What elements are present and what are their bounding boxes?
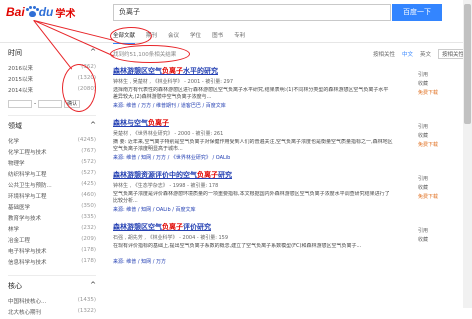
favorite-button[interactable]: 收藏 <box>418 236 460 245</box>
field-filter-item[interactable]: 纺织科学与工程 (527) <box>8 170 96 181</box>
chevron-up-icon: ^ <box>90 48 96 56</box>
field-filter-heading[interactable]: 领域 ^ <box>8 121 96 131</box>
annotation-oval-year-counts <box>62 64 96 112</box>
field-filter-item[interactable]: 林学 (232) <box>8 225 96 236</box>
field-filter-item[interactable]: 教育学与技术 (335) <box>8 214 96 225</box>
field-filter-item[interactable]: 化学 (4245) <box>8 137 96 148</box>
result-abstract: 摘 要: 近年来,空气离子特别是空气负离子对保健作用受到人们的普遍关注,空气负离… <box>113 139 393 152</box>
core-filter-item[interactable]: 中国科技核心... (1435) <box>8 297 96 308</box>
result-abstract: 空气负离子浓度是评价森林游憩环境质量的一项重要指标,本文根据国内外森林游憩区空气… <box>113 191 390 204</box>
free-download-button[interactable]: 免费下载 <box>418 193 460 202</box>
annotation-oval-tab <box>110 27 152 45</box>
cite-button[interactable]: 引用 <box>418 175 460 184</box>
free-download-button[interactable]: 免费下载 <box>418 141 460 150</box>
annotation-oval-result-count <box>110 45 190 63</box>
result-title[interactable]: 森林游憩资源评价中的空气负离子研究 <box>113 170 468 180</box>
result-abstract: 选择南方有代表性的森林游憩区进行森林游憩区空气负离子水平研究,结果表明:(1)不… <box>113 87 389 100</box>
field-filter-item[interactable]: 信息科学与技术 (178) <box>8 258 96 269</box>
result-actions: 引用 收藏 免费下载 <box>418 71 460 98</box>
tab-divider <box>0 42 472 43</box>
result-sources[interactable]: 来源: 维普 / 万方 / 维普期刊 / 道客巴巴 / 百度文库 <box>113 102 468 109</box>
cite-button[interactable]: 引用 <box>418 227 460 236</box>
result-title[interactable]: 森林游憩区空气负离子水平的研究 <box>113 66 468 76</box>
lang-chinese-toggle[interactable]: 中文 <box>402 50 413 58</box>
favorite-button[interactable]: 收藏 <box>418 184 460 193</box>
time-filter-heading[interactable]: 时间 ^ <box>8 48 96 58</box>
result-item: 森林游憩区空气负离子评价研究 石强 , 胡先芳 , 《林业科学》 - 2004 … <box>113 222 468 268</box>
favorite-button[interactable]: 收藏 <box>418 80 460 89</box>
result-title[interactable]: 森林与空气负离子 <box>113 118 468 128</box>
result-title[interactable]: 森林游憩区空气负离子评价研究 <box>113 222 468 232</box>
year-from-field[interactable] <box>8 99 32 108</box>
chevron-up-icon: ^ <box>90 121 96 129</box>
chevron-up-icon: ^ <box>90 281 96 289</box>
result-sources[interactable]: 来源: 维普 / 知网 / 万方 / 《世界林业研究》 / OALib <box>113 154 468 161</box>
search-input[interactable]: 负离子 <box>113 4 391 21</box>
year-to-field[interactable] <box>38 99 63 108</box>
cite-button[interactable]: 引用 <box>418 123 460 132</box>
core-filter-heading[interactable]: 核心 ^ <box>8 281 96 291</box>
logo-text-du: du <box>38 5 54 19</box>
divider <box>8 275 96 276</box>
result-sources[interactable]: 来源: 维普 / 知网 / OALib / 百度文库 <box>113 206 468 213</box>
field-filter-item[interactable]: 环境科学与工程 (460) <box>8 192 96 203</box>
result-actions: 引用 收藏 免费下载 <box>418 123 460 150</box>
field-filter-item[interactable]: 冶金工程 (209) <box>8 236 96 247</box>
result-item: 森林游憩资源评价中的空气负离子研究 钟林生 , 《生态学杂志》 - 1998 -… <box>113 170 468 216</box>
result-item: 森林游憩区空气负离子水平的研究 钟林生 , 吴楚材 , 《林业科学》 - 200… <box>113 66 468 112</box>
divider <box>8 115 96 116</box>
result-actions: 引用 收藏 <box>418 227 460 245</box>
baidu-xueshu-logo[interactable]: Bai du 学术 <box>6 4 75 20</box>
field-filter-item[interactable]: 物理学 (572) <box>8 159 96 170</box>
result-item: 森林与空气负离子 吴楚材 , 《世界林业研究》 - 2000 - 被引量: 26… <box>113 118 468 164</box>
sort-label: 按相关性 <box>372 52 395 58</box>
logo-text-xueshu: 学术 <box>55 8 76 20</box>
favorite-button[interactable]: 收藏 <box>418 132 460 141</box>
logo-text-bai: Bai <box>6 5 25 19</box>
field-filter-item[interactable]: 基础医学 (350) <box>8 203 96 214</box>
field-filter-item[interactable]: 公共卫生与预防... (425) <box>8 181 96 192</box>
search-button[interactable]: 百度一下 <box>392 4 442 21</box>
field-filter-item[interactable]: 电子科学与技术 (178) <box>8 247 96 258</box>
scrollbar[interactable] <box>463 0 472 308</box>
result-meta: 钟林生 , 吴楚材 , 《林业科学》 - 2001 - 被引量: 297 <box>113 79 234 85</box>
result-abstract: 在现有评价指标的基础上,提出空气负离子系数的概念,建立了空气负离子系数模型(FC… <box>113 243 362 249</box>
cite-button[interactable]: 引用 <box>418 71 460 80</box>
lang-english-toggle[interactable]: 英文 <box>420 50 431 58</box>
paw-icon <box>25 6 39 18</box>
result-meta: 吴楚材 , 《世界林业研究》 - 2000 - 被引量: 261 <box>113 131 224 137</box>
result-sources[interactable]: 来源: 维普 / 知网 / 万方 <box>113 258 468 265</box>
core-filter-item[interactable]: 北大核心期刊 (1322) <box>8 308 96 319</box>
free-download-button[interactable]: 免费下载 <box>418 89 460 98</box>
top-bar: Bai du 学术 负离子 百度一下 <box>0 0 472 26</box>
result-meta: 钟林生 , 《生态学杂志》 - 1998 - 被引量: 178 <box>113 183 219 189</box>
result-actions: 引用 收藏 免费下载 <box>418 175 460 202</box>
scroll-thumb[interactable] <box>464 4 471 124</box>
results-panel: 找到约51,100条相关结果 按相关性 中文 英文 按相关性 森林游憩区空气负离… <box>113 48 468 268</box>
field-filter-item[interactable]: 化学工程与技术 (767) <box>8 148 96 159</box>
result-meta: 石强 , 胡先芳 , 《林业科学》 - 2004 - 被引量: 159 <box>113 235 229 241</box>
